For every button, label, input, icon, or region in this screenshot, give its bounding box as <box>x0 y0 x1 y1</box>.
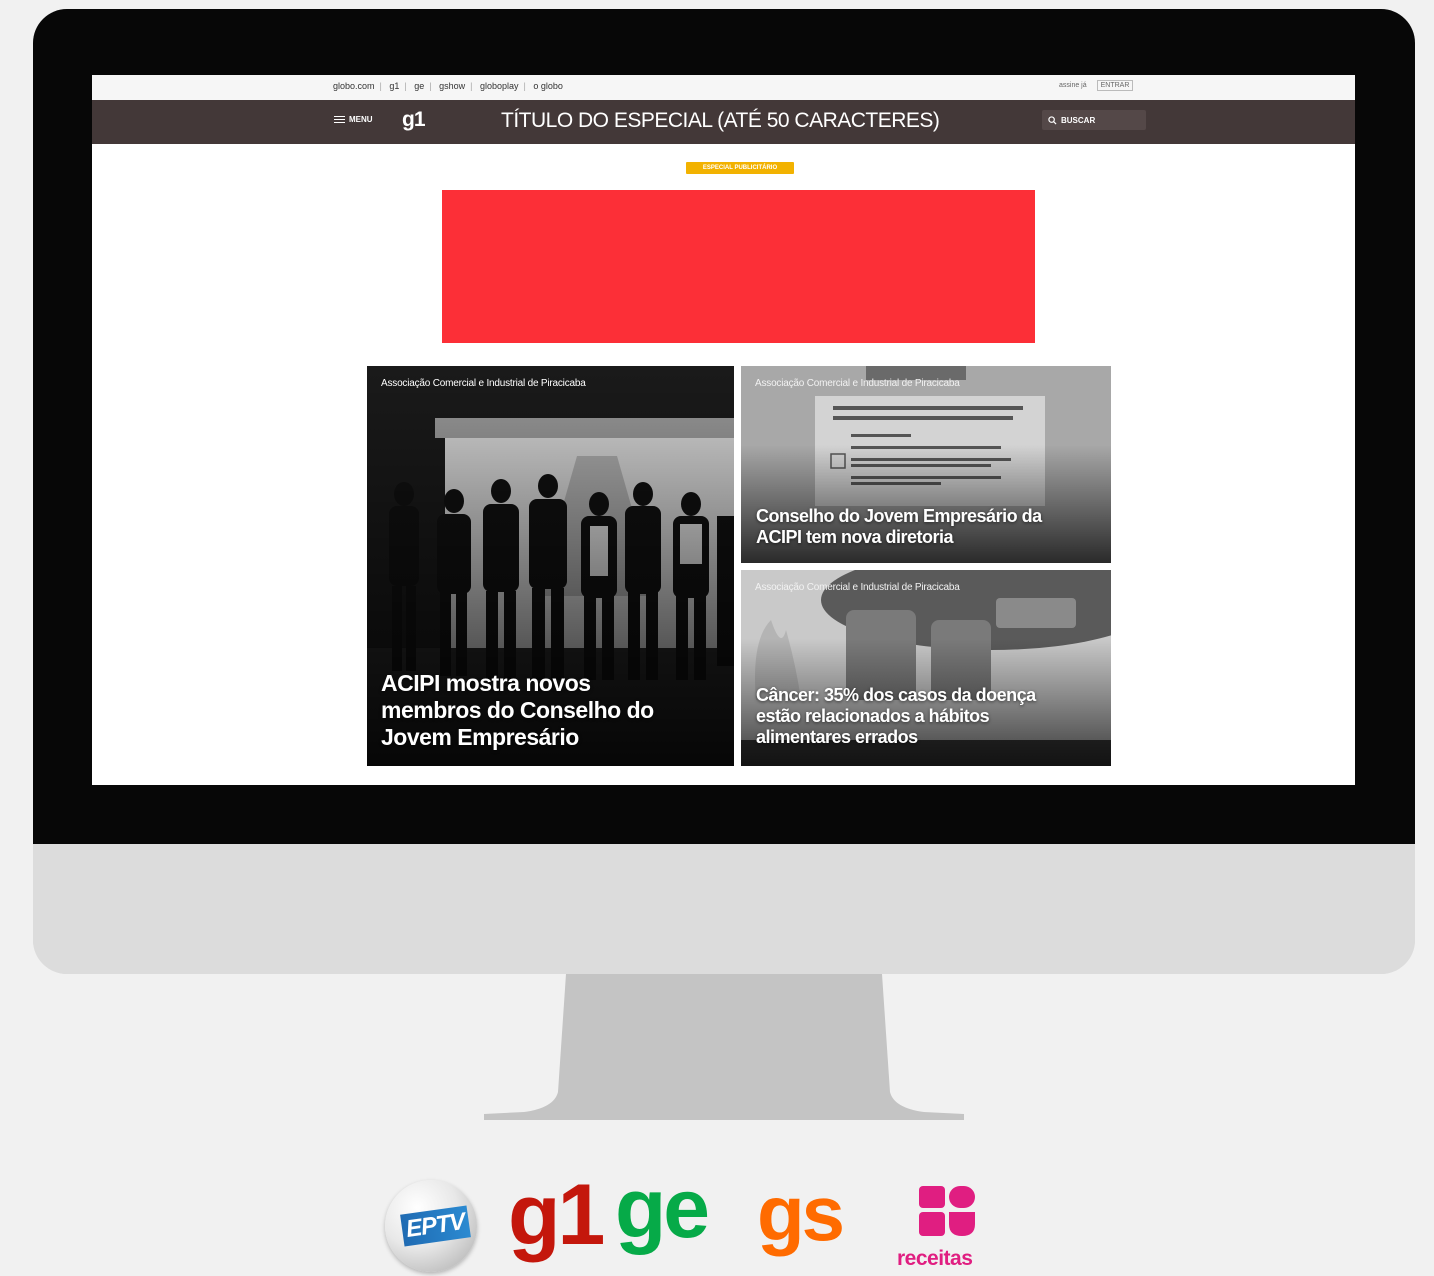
search-icon <box>1048 115 1057 125</box>
card-headline[interactable]: Câncer: 35% dos casos da doença estão re… <box>756 685 1076 748</box>
gs-brand-logo: gs <box>757 1169 845 1257</box>
link-ge[interactable]: ge <box>414 81 424 91</box>
eptv-logo: EPTV <box>385 1180 477 1272</box>
news-card-tertiary[interactable]: Associação Comercial e Industrial de Pir… <box>741 570 1111 766</box>
monitor-stand <box>484 974 964 1120</box>
browser-screen: globo.com | g1 | ge | gshow | globoplay | o g… <box>92 75 1355 785</box>
news-card-main[interactable]: Associação Comercial e Industrial de Pir… <box>367 366 734 766</box>
eptv-logo-text: EPTV <box>400 1205 471 1247</box>
portal-links: globo.com | g1 | ge | gshow | globoplay | o g… <box>333 81 563 91</box>
link-gshow[interactable]: gshow <box>439 81 465 91</box>
g1-brand-logo: g1 <box>508 1167 605 1263</box>
card-headline[interactable]: Conselho do Jovem Empresário da ACIPI te… <box>756 506 1086 548</box>
hamburger-icon <box>334 115 345 124</box>
site-header: MENU g1 TÍTULO DO ESPECIAL (ATÉ 50 CARAC… <box>92 100 1355 144</box>
link-globo[interactable]: globo.com <box>333 81 375 91</box>
entrar-button[interactable]: ENTRAR <box>1096 80 1134 91</box>
card-source: Associação Comercial e Industrial de Pir… <box>381 378 586 389</box>
ad-banner[interactable] <box>442 190 1035 343</box>
card-source: Associação Comercial e Industrial de Pir… <box>755 582 960 593</box>
account-area: assine já ENTRAR <box>1059 80 1134 91</box>
link-globoplay[interactable]: globoplay <box>480 81 519 91</box>
link-oglobo[interactable]: o globo <box>533 81 563 91</box>
assine-link[interactable]: assine já <box>1059 82 1087 89</box>
card-source: Associação Comercial e Industrial de Pir… <box>755 378 960 389</box>
receitas-icon <box>919 1186 975 1236</box>
sponsored-badge: ESPECIAL PUBLICITÁRIO <box>686 162 794 174</box>
search-box[interactable]: BUSCAR <box>1042 110 1146 130</box>
search-label: BUSCAR <box>1061 115 1096 125</box>
ge-brand-logo: ge <box>615 1161 710 1255</box>
menu-label: MENU <box>349 115 373 124</box>
card-headline[interactable]: ACIPI mostra novos membros do Conselho d… <box>381 670 681 751</box>
page-title: TÍTULO DO ESPECIAL (ATÉ 50 CARACTERES) <box>501 109 940 132</box>
g1-logo[interactable]: g1 <box>402 108 425 132</box>
monitor-chin <box>33 844 1415 974</box>
link-g1[interactable]: g1 <box>389 81 399 91</box>
news-card-secondary[interactable]: Associação Comercial e Industrial de Pir… <box>741 366 1111 563</box>
menu-button[interactable]: MENU <box>334 115 373 124</box>
globo-topbar: globo.com | g1 | ge | gshow | globoplay | o g… <box>92 75 1355 100</box>
receitas-brand-logo: receitas <box>897 1247 973 1270</box>
